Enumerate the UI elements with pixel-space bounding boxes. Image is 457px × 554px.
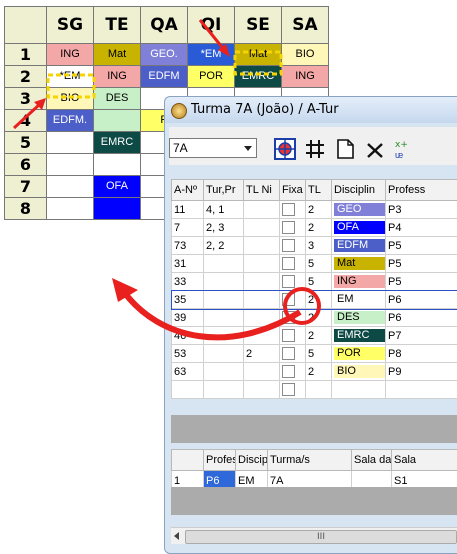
highlight-box-qi — [235, 52, 281, 74]
annotation-overlay — [0, 0, 457, 552]
checkbox-highlight-circle — [285, 289, 319, 323]
highlight-box-sg — [48, 75, 94, 97]
arrow-to-sg — [14, 104, 40, 128]
arrow-head-icon — [112, 278, 138, 302]
curved-arrow — [124, 292, 300, 337]
